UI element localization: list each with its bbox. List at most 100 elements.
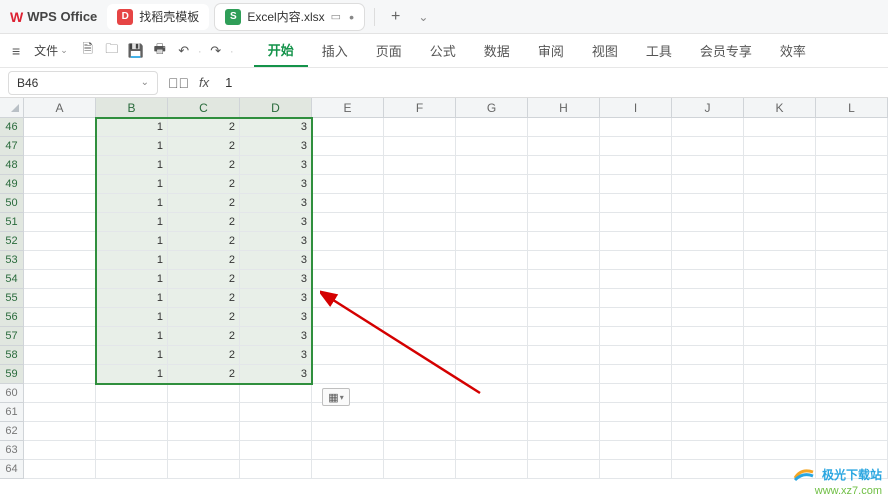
cell[interactable] [312, 346, 384, 365]
cell[interactable] [312, 118, 384, 137]
cell[interactable] [240, 460, 312, 479]
col-header-I[interactable]: I [600, 98, 672, 117]
cell[interactable] [816, 270, 888, 289]
cell[interactable] [312, 289, 384, 308]
row-header-49[interactable]: 49 [0, 175, 24, 194]
file-menu[interactable]: 文件 ⌄ [28, 40, 74, 61]
col-header-B[interactable]: B [96, 98, 168, 117]
cell[interactable] [672, 251, 744, 270]
cell[interactable]: 2 [168, 194, 240, 213]
cell[interactable]: 3 [240, 251, 312, 270]
menu-效率[interactable]: 效率 [766, 35, 820, 66]
cell[interactable] [672, 308, 744, 327]
cell[interactable] [672, 327, 744, 346]
cell[interactable] [312, 422, 384, 441]
cell[interactable] [456, 156, 528, 175]
cell[interactable] [672, 232, 744, 251]
cell[interactable] [744, 232, 816, 251]
cell[interactable] [600, 156, 672, 175]
cell[interactable] [456, 137, 528, 156]
cell[interactable] [600, 175, 672, 194]
cell[interactable] [744, 156, 816, 175]
row-header-55[interactable]: 55 [0, 289, 24, 308]
col-header-D[interactable]: D [240, 98, 312, 117]
tab-menu-icon[interactable]: • [349, 9, 354, 25]
cell[interactable] [600, 118, 672, 137]
cell[interactable] [816, 365, 888, 384]
cell[interactable] [744, 137, 816, 156]
fx-label[interactable]: fx [199, 75, 209, 90]
cell[interactable]: 1 [96, 251, 168, 270]
cell[interactable] [744, 251, 816, 270]
cell[interactable] [816, 403, 888, 422]
row-header-47[interactable]: 47 [0, 137, 24, 156]
open-icon[interactable]: 🗀 [102, 41, 122, 61]
cell[interactable] [816, 384, 888, 403]
menu-插入[interactable]: 插入 [308, 35, 362, 66]
cell[interactable] [456, 118, 528, 137]
cell[interactable]: 3 [240, 232, 312, 251]
cell[interactable] [744, 441, 816, 460]
cell[interactable] [816, 251, 888, 270]
cell[interactable] [744, 213, 816, 232]
cell[interactable] [816, 308, 888, 327]
cell[interactable] [816, 441, 888, 460]
cell[interactable] [744, 308, 816, 327]
cell[interactable] [24, 384, 96, 403]
window-restore-icon[interactable]: ▭ [331, 10, 341, 23]
row-header-53[interactable]: 53 [0, 251, 24, 270]
row-header-54[interactable]: 54 [0, 270, 24, 289]
cell[interactable] [528, 137, 600, 156]
cell[interactable] [600, 346, 672, 365]
cell[interactable] [816, 175, 888, 194]
cell[interactable]: 3 [240, 308, 312, 327]
row-header-57[interactable]: 57 [0, 327, 24, 346]
cell[interactable]: 2 [168, 270, 240, 289]
cell[interactable] [528, 460, 600, 479]
cell[interactable]: 2 [168, 308, 240, 327]
cell[interactable] [672, 384, 744, 403]
tab-docer[interactable]: D 找稻壳模板 [107, 4, 209, 30]
cell[interactable] [528, 384, 600, 403]
cell[interactable]: 3 [240, 289, 312, 308]
cell[interactable]: 1 [96, 308, 168, 327]
cell[interactable] [672, 213, 744, 232]
cell[interactable] [600, 403, 672, 422]
cell[interactable] [456, 441, 528, 460]
cell[interactable] [384, 156, 456, 175]
cell[interactable] [384, 194, 456, 213]
cell[interactable] [456, 213, 528, 232]
cell[interactable]: 2 [168, 137, 240, 156]
cell[interactable] [528, 232, 600, 251]
cell[interactable]: 1 [96, 232, 168, 251]
cell[interactable] [24, 327, 96, 346]
col-header-E[interactable]: E [312, 98, 384, 117]
cell[interactable]: 1 [96, 194, 168, 213]
cell[interactable]: 2 [168, 289, 240, 308]
cell[interactable] [384, 289, 456, 308]
col-header-K[interactable]: K [744, 98, 816, 117]
cell[interactable] [672, 156, 744, 175]
cell[interactable] [96, 441, 168, 460]
cell[interactable]: 3 [240, 175, 312, 194]
cell[interactable] [456, 460, 528, 479]
cell[interactable] [456, 346, 528, 365]
cell[interactable] [528, 289, 600, 308]
cell[interactable] [312, 251, 384, 270]
cell[interactable] [528, 213, 600, 232]
cell[interactable] [528, 327, 600, 346]
cell[interactable] [600, 327, 672, 346]
cell[interactable] [168, 441, 240, 460]
menu-审阅[interactable]: 审阅 [524, 35, 578, 66]
cell[interactable] [816, 156, 888, 175]
cell[interactable] [456, 308, 528, 327]
cell[interactable] [600, 213, 672, 232]
cell[interactable] [600, 384, 672, 403]
cell[interactable] [528, 175, 600, 194]
cell[interactable] [456, 232, 528, 251]
cell[interactable] [600, 251, 672, 270]
cell[interactable] [312, 194, 384, 213]
cell[interactable] [600, 194, 672, 213]
cell[interactable] [816, 213, 888, 232]
cell[interactable] [24, 213, 96, 232]
